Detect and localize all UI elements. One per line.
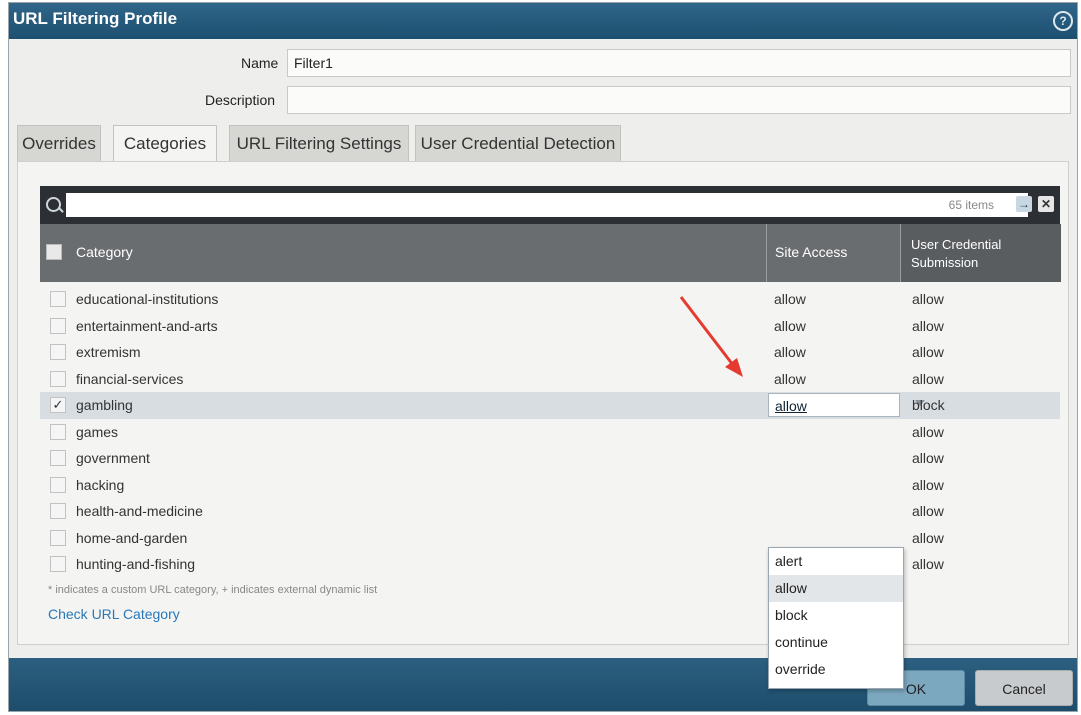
annotation-arrow [679,296,743,377]
url-filtering-profile-dialog: URL Filtering Profile ? Name Filter1 Des… [8,2,1078,712]
